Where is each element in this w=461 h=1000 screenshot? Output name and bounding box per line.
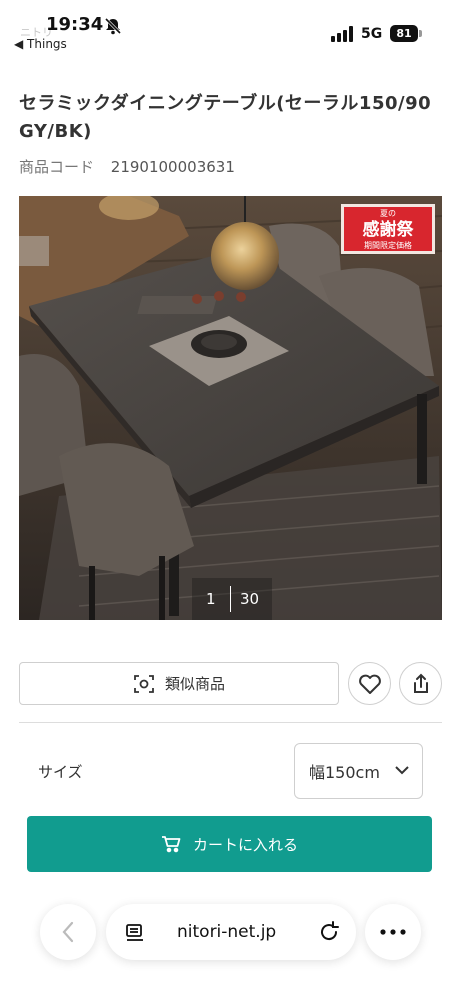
size-select-value: 幅150cm [309,763,380,782]
image-counter: 1 30 [192,578,272,620]
share-icon [413,673,428,693]
share-button[interactable] [399,662,442,705]
dining-table-photo [19,196,442,620]
add-to-cart-button[interactable]: カートに入れる [27,816,432,872]
image-counter-total: 30 [240,590,260,608]
size-label: サイズ [38,763,83,781]
signal-icon [331,26,353,42]
network-type: 5G [361,26,383,42]
more-horizontal-icon [380,929,406,935]
image-counter-divider [230,586,231,612]
size-select[interactable]: 幅150cm [294,743,423,799]
product-title: セラミックダイニングテーブル(セーラル150/90 GY/BK) [19,93,432,142]
status-time: 19:34 [46,14,104,35]
sale-badge-sub: 期間限定価格 [364,240,412,250]
product-code-value: 2190100003631 [110,158,235,176]
browser-back-button[interactable] [40,904,96,960]
browser-url: nitori-net.jp [177,922,277,942]
favorite-button[interactable] [348,662,391,705]
sale-badge-top: 夏の [380,209,396,218]
similar-products-button[interactable]: 類似商品 [19,662,339,705]
add-to-cart-label: カートに入れる [192,835,298,854]
reader-icon[interactable] [124,922,146,944]
status-bar: ニトリ 19:34 ◀ Things 5G 81 [0,0,461,62]
sale-badge-main: 感謝祭 [363,219,415,240]
section-divider [19,722,442,723]
image-counter-current: 1 [206,590,216,608]
product-code: 商品コード 2190100003631 [19,156,235,177]
browser-more-button[interactable] [365,904,421,960]
sale-badge: 夏の 感謝祭 期間限定価格 [341,204,435,254]
product-code-label: 商品コード [19,158,95,176]
chevron-down-icon [395,766,409,775]
battery-cap [419,30,422,37]
bell-slash-icon [104,17,122,35]
similar-products-label: 類似商品 [164,675,225,693]
reload-icon[interactable] [318,921,340,943]
image-search-icon [134,674,154,693]
browser-address-bar[interactable]: nitori-net.jp [106,904,356,960]
heart-icon [358,674,381,694]
back-to-app-link[interactable]: ◀ Things [14,37,67,51]
chevron-left-icon [62,921,74,943]
battery-icon: 81 [390,25,418,42]
product-image[interactable]: 夏の 感謝祭 期間限定価格 [19,196,442,620]
cart-icon [161,836,181,853]
battery-level: 81 [396,27,412,40]
